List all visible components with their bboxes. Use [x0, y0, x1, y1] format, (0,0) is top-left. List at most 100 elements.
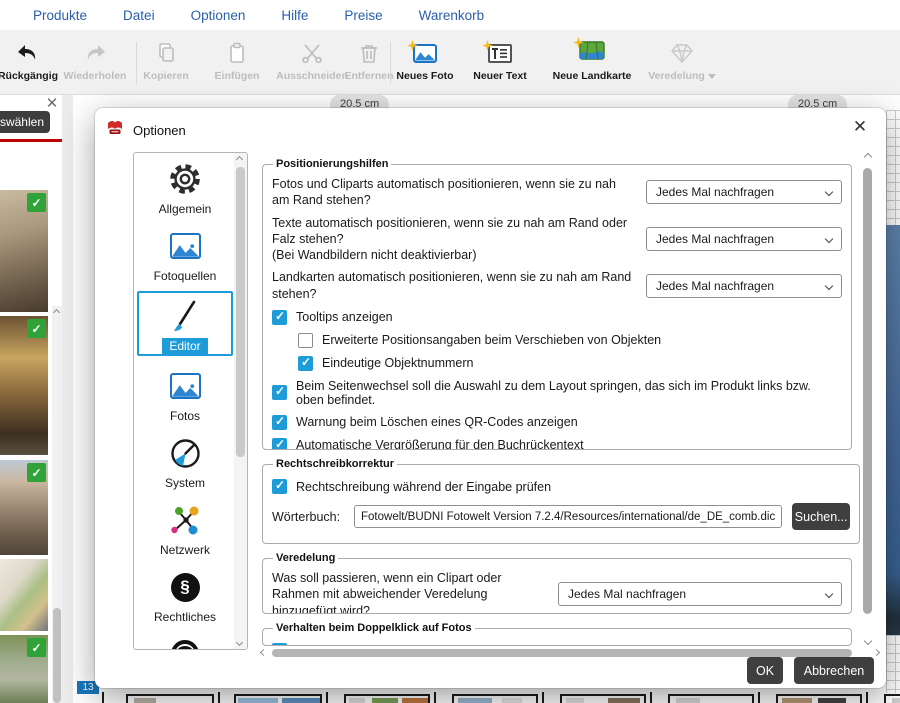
new-text-button[interactable]: Neuer Text [466, 39, 534, 89]
sidebar-item-fotoquellen[interactable]: Fotoquellen [134, 220, 236, 287]
options-sidebar: Allgemein Fotoquellen Editor [133, 152, 248, 650]
photo-thumbnail[interactable]: ✓ [0, 635, 48, 703]
chevron-down-icon [825, 235, 833, 243]
checkbox-partial[interactable] [272, 643, 842, 646]
scroll-down-icon[interactable] [864, 637, 872, 645]
search-dictionary-button[interactable]: Suchen... [792, 503, 850, 530]
sidebar-item-label: Fotos [170, 409, 200, 423]
selected-check-icon: ✓ [27, 319, 46, 338]
chevron-down-icon [825, 281, 833, 289]
photo-thumbnail[interactable]: ✓ [0, 460, 48, 555]
scroll-up-icon[interactable] [53, 309, 60, 316]
checkbox-icon[interactable] [298, 333, 313, 348]
sidebar-scrollbar[interactable] [234, 153, 247, 649]
sidebar-item-rechtliches[interactable]: § Rechtliches [134, 561, 236, 628]
checkbox-page-change[interactable]: Beim Seitenwechsel soll die Auswahl zu d… [272, 379, 842, 407]
checkbox-spellcheck[interactable]: Rechtschreibung während der Eingabe prüf… [272, 479, 850, 494]
setting-label: Was soll passieren, wenn ein Clipart ode… [272, 570, 558, 614]
sidebar-item-label: Rechtliches [154, 610, 216, 624]
sidebar-item-label: Fotoquellen [154, 269, 217, 283]
finishing-button[interactable]: Veredelung [646, 39, 718, 89]
sidebar-item-fotos[interactable]: Fotos [134, 360, 236, 427]
sidebar-item-netzwerk[interactable]: Netzwerk [134, 494, 236, 561]
scrollbar-thumb[interactable] [272, 649, 852, 657]
checkbox-icon[interactable] [272, 415, 287, 430]
sidebar-item-system[interactable]: System [134, 427, 236, 494]
checkbox-qr-warning[interactable]: Warnung beim Löschen eines QR-Codes anze… [272, 415, 842, 430]
checkbox-icon[interactable] [272, 438, 287, 450]
panel-active-underline [0, 139, 62, 142]
undo-icon [0, 39, 62, 67]
checkbox-icon[interactable] [298, 356, 313, 371]
checkbox-object-numbers[interactable]: Eindeutige Objektnummern [298, 356, 842, 371]
redo-button[interactable]: Wiederholen [60, 39, 130, 89]
dialog-titlebar: Optionen [107, 120, 186, 140]
dialog-close-icon[interactable]: ✕ [850, 117, 870, 137]
copy-icon [133, 39, 199, 67]
scroll-down-icon[interactable] [236, 639, 243, 646]
select-photos-button[interactable]: Auswählen [0, 111, 50, 133]
new-map-button[interactable]: Neue Landkarte [545, 39, 639, 89]
checkbox-icon[interactable] [272, 310, 287, 325]
selected-check-icon: ✓ [27, 638, 46, 657]
setting-row: Texte automatisch positionieren, wenn si… [272, 215, 842, 264]
checkbox-spine-text[interactable]: Automatische Vergrößerung für den Buchrü… [272, 438, 842, 450]
page-strip[interactable] [62, 692, 900, 703]
scrollbar-thumb[interactable] [863, 168, 872, 614]
panel-close-icon[interactable]: ✕ [44, 96, 60, 112]
content-vertical-scrollbar[interactable] [861, 152, 875, 646]
sidebar-item-allgemein[interactable]: Allgemein [134, 153, 236, 220]
photo-thumbnail[interactable]: ✓ [0, 316, 48, 455]
content-horizontal-scrollbar[interactable] [259, 647, 881, 659]
texts-position-dropdown[interactable]: Jedes Mal nachfragen [646, 227, 842, 251]
checkbox-tooltips[interactable]: Tooltips anzeigen [272, 310, 842, 325]
scrollbar-thumb[interactable] [53, 608, 61, 703]
setting-note: (Bei Wandbildern nicht deaktivierbar) [272, 247, 634, 263]
dictionary-path-input[interactable]: Fotowelt/BUDNI Fotowelt Version 7.2.4/Re… [354, 505, 782, 528]
scroll-up-icon[interactable] [236, 156, 243, 163]
menu-warenkorb[interactable]: Warenkorb [419, 8, 485, 23]
undo-button[interactable]: Rückgängig [0, 39, 62, 89]
sidebar-item-label: System [165, 476, 205, 490]
checkbox-icon[interactable] [272, 385, 287, 400]
chevron-down-icon [825, 188, 833, 196]
cancel-button[interactable]: Abbrechen [794, 657, 874, 684]
sidebar-item-service[interactable]: Service [134, 628, 236, 650]
scroll-up-icon[interactable] [864, 153, 872, 161]
scroll-right-icon[interactable] [873, 649, 880, 656]
scrollbar-thumb[interactable] [236, 167, 245, 457]
scroll-left-icon[interactable] [260, 649, 267, 656]
checkbox-extended-position[interactable]: Erweiterte Positionsangaben beim Verschi… [298, 333, 842, 348]
menu-preise[interactable]: Preise [344, 8, 382, 23]
paste-button[interactable]: Einfügen [204, 39, 270, 89]
finishing-dropdown[interactable]: Jedes Mal nachfragen [558, 582, 842, 606]
photo-thumbnail[interactable]: ✓ [0, 559, 48, 631]
paragraph-icon: § [171, 570, 200, 604]
setting-label: Landkarten automatisch positionieren, we… [272, 269, 646, 302]
photo-panel-scrollbar[interactable] [52, 306, 62, 703]
maps-position-dropdown[interactable]: Jedes Mal nachfragen [646, 274, 842, 298]
photos-position-dropdown[interactable]: Jedes Mal nachfragen [646, 180, 842, 204]
copy-button[interactable]: Kopieren [133, 39, 199, 89]
selected-check-icon: ✓ [27, 463, 46, 482]
dialog-title: Optionen [133, 123, 186, 138]
doubleclick-group: Verhalten beim Doppelklick auf Fotos [262, 622, 852, 646]
menu-produkte[interactable]: Produkte [33, 8, 87, 23]
sidebar-item-editor[interactable]: Editor [137, 291, 233, 356]
selected-check-icon: ✓ [27, 193, 46, 212]
dictionary-label: Wörterbuch: [272, 510, 354, 524]
new-photo-button[interactable]: Neues Foto [392, 39, 458, 89]
paste-icon [204, 39, 270, 67]
new-text-icon [466, 39, 534, 67]
checkbox-icon[interactable] [272, 479, 287, 494]
menu-hilfe[interactable]: Hilfe [281, 8, 308, 23]
checkbox-icon[interactable] [272, 643, 287, 646]
menu-optionen[interactable]: Optionen [191, 8, 246, 23]
canvas-background [62, 95, 73, 703]
app-logo-icon [107, 120, 124, 140]
ok-button[interactable]: OK [747, 657, 783, 684]
redo-icon [60, 39, 130, 67]
sidebar-item-label: Netzwerk [160, 543, 210, 557]
menu-datei[interactable]: Datei [123, 8, 155, 23]
photo-thumbnail[interactable]: ✓ [0, 190, 48, 312]
